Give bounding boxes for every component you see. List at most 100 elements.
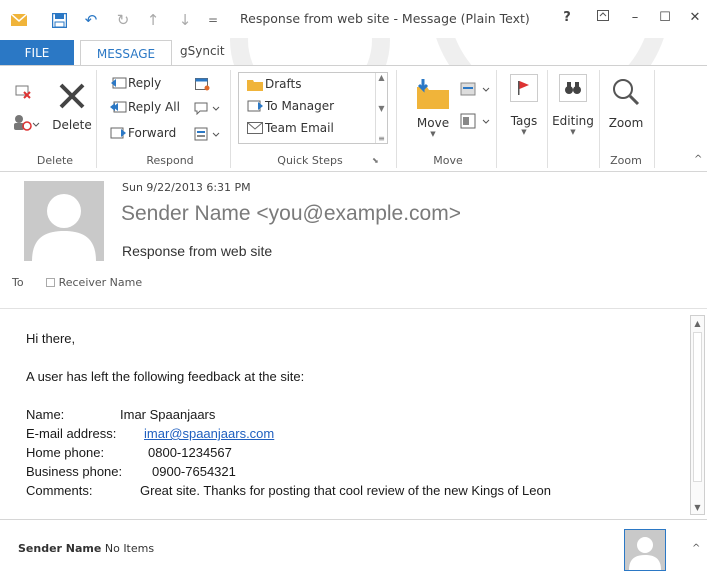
scroll-down-icon[interactable]: ▼	[691, 500, 704, 514]
save-icon[interactable]	[48, 9, 70, 31]
divider	[599, 70, 600, 168]
message-text: Hi there, A user has left the following …	[26, 329, 551, 500]
more-respond-icon[interactable]	[193, 126, 223, 142]
minimize-button[interactable]: –	[624, 10, 646, 25]
people-name[interactable]: Sender Name	[18, 542, 101, 555]
people-pane: Sender Name No Items ^	[0, 521, 707, 575]
field-label: Home phone:	[26, 445, 105, 460]
folder-icon	[245, 78, 265, 91]
field-row-comments: Comments: Great site. Thanks for posting …	[26, 481, 551, 500]
title-bar: ↶ ↻ ↑ ↓ = Response from web site - Messa…	[0, 0, 707, 38]
window-title: Response from web site - Message (Plain …	[240, 11, 530, 26]
delete-button[interactable]: Delete	[50, 78, 94, 148]
maximize-button[interactable]: ☐	[654, 10, 676, 25]
more-icon[interactable]: ≡	[378, 134, 385, 143]
field-label: E-mail address:	[26, 426, 117, 441]
people-status: No Items	[104, 542, 155, 555]
junk-icon[interactable]	[12, 112, 42, 134]
redo-icon[interactable]: ↻	[112, 9, 134, 31]
field-row-home-phone: Home phone: 0800-1234567	[26, 443, 551, 462]
field-value: 0900-7654321	[152, 464, 236, 479]
editing-label: Editing	[552, 114, 594, 128]
to-label: To	[12, 276, 24, 289]
body-line: Hi there,	[26, 331, 76, 346]
message-subject: Response from web site	[122, 243, 273, 259]
email-link[interactable]: imar@spaanjaars.com	[144, 426, 274, 441]
scroll-thumb[interactable]	[693, 332, 702, 482]
dropdown-arrow-icon: ▼	[430, 130, 436, 138]
body-line: A user has left the following feedback a…	[26, 369, 305, 384]
flag-icon	[510, 74, 538, 102]
reply-button[interactable]: Reply	[108, 76, 161, 90]
move-button[interactable]: Move ▼	[410, 74, 456, 154]
expand-people-pane-icon[interactable]: ^	[692, 543, 700, 554]
quick-step-drafts[interactable]: Drafts	[245, 77, 302, 91]
quick-step-to-manager[interactable]: To Manager	[245, 99, 334, 113]
recipient-checkbox[interactable]	[45, 278, 55, 287]
move-label: Move	[416, 116, 450, 130]
reply-all-button[interactable]: Reply All	[108, 100, 180, 114]
quick-step-label: Team Email	[265, 121, 334, 135]
onenote-actions-icon[interactable]	[458, 112, 492, 130]
reply-label: Reply	[128, 76, 162, 90]
reply-all-icon	[108, 100, 128, 114]
forward-icon	[108, 126, 128, 140]
collapse-ribbon-icon[interactable]: ^	[694, 154, 702, 165]
divider	[496, 70, 497, 168]
mail-icon	[8, 9, 30, 31]
up-arrow-icon[interactable]: ↑	[144, 9, 162, 31]
field-label: Business phone:	[26, 464, 123, 479]
recipient-row: To Receiver Name	[12, 276, 142, 289]
quick-steps-scroll[interactable]: ▲ ▼ ≡	[375, 73, 387, 143]
tags-button[interactable]: Tags ▼	[504, 74, 544, 154]
forward-mail-icon	[245, 99, 265, 113]
reply-all-label: Reply All	[128, 100, 180, 114]
editing-button[interactable]: Editing ▼	[551, 74, 595, 154]
undo-icon[interactable]: ↶	[80, 9, 102, 31]
people-avatar[interactable]	[624, 529, 666, 571]
dropdown-arrow-icon: ▼	[570, 128, 576, 136]
group-label-respond: Respond	[146, 154, 194, 167]
forward-button[interactable]: Forward	[108, 126, 176, 140]
field-value: 0800-1234567	[148, 445, 232, 460]
customize-toolbar-icon[interactable]: =	[204, 9, 222, 31]
reply-icon	[108, 76, 128, 90]
rules-icon[interactable]	[458, 80, 492, 98]
magnifier-icon	[608, 74, 644, 110]
sender-name[interactable]: Sender Name <you@example.com>	[121, 202, 461, 226]
help-button[interactable]: ?	[556, 10, 578, 25]
recipient-name[interactable]: Receiver Name	[59, 276, 143, 289]
field-row-business-phone: Business phone: 0900-7654321	[26, 462, 551, 481]
close-button[interactable]: ✕	[684, 10, 706, 25]
tab-gsyncit[interactable]: gSyncit	[180, 44, 225, 58]
delete-x-icon	[54, 78, 90, 114]
scroll-up-icon[interactable]: ▲	[691, 316, 704, 330]
zoom-button[interactable]: Zoom	[604, 74, 648, 154]
message-body[interactable]: Hi there, A user has left the following …	[0, 308, 707, 520]
field-row-email: E-mail address: imar@spaanjaars.com	[26, 424, 551, 443]
group-label-quick-steps: Quick Steps	[277, 154, 343, 167]
delete-label: Delete	[52, 118, 92, 132]
divider	[230, 70, 231, 168]
binoculars-icon	[559, 74, 587, 102]
ribbon-display-options-icon[interactable]	[592, 10, 614, 25]
vertical-scrollbar[interactable]: ▲ ▼	[690, 315, 705, 515]
forward-label: Forward	[128, 126, 177, 140]
down-arrow-icon[interactable]: ↓	[176, 9, 194, 31]
scroll-down-icon[interactable]: ▼	[378, 104, 384, 113]
field-row-name: Name: Imar Spaanjaars	[26, 405, 551, 424]
quick-step-team-email[interactable]: Team Email	[245, 121, 334, 135]
field-label: Name:	[26, 407, 65, 422]
im-icon[interactable]	[193, 100, 223, 116]
dialog-launcher-icon[interactable]: ⬊	[372, 156, 379, 165]
group-label-delete: Delete	[36, 154, 74, 167]
ignore-icon[interactable]	[12, 80, 34, 102]
scroll-up-icon[interactable]: ▲	[378, 73, 384, 82]
field-value: Great site. Thanks for posting that cool…	[140, 483, 551, 498]
meeting-icon[interactable]	[193, 76, 211, 92]
tab-file[interactable]: FILE	[0, 40, 74, 66]
tab-message[interactable]: MESSAGE	[80, 40, 172, 67]
sent-date: Sun 9/22/2013 6:31 PM	[122, 181, 251, 194]
zoom-label: Zoom	[608, 116, 644, 130]
divider	[654, 70, 655, 168]
